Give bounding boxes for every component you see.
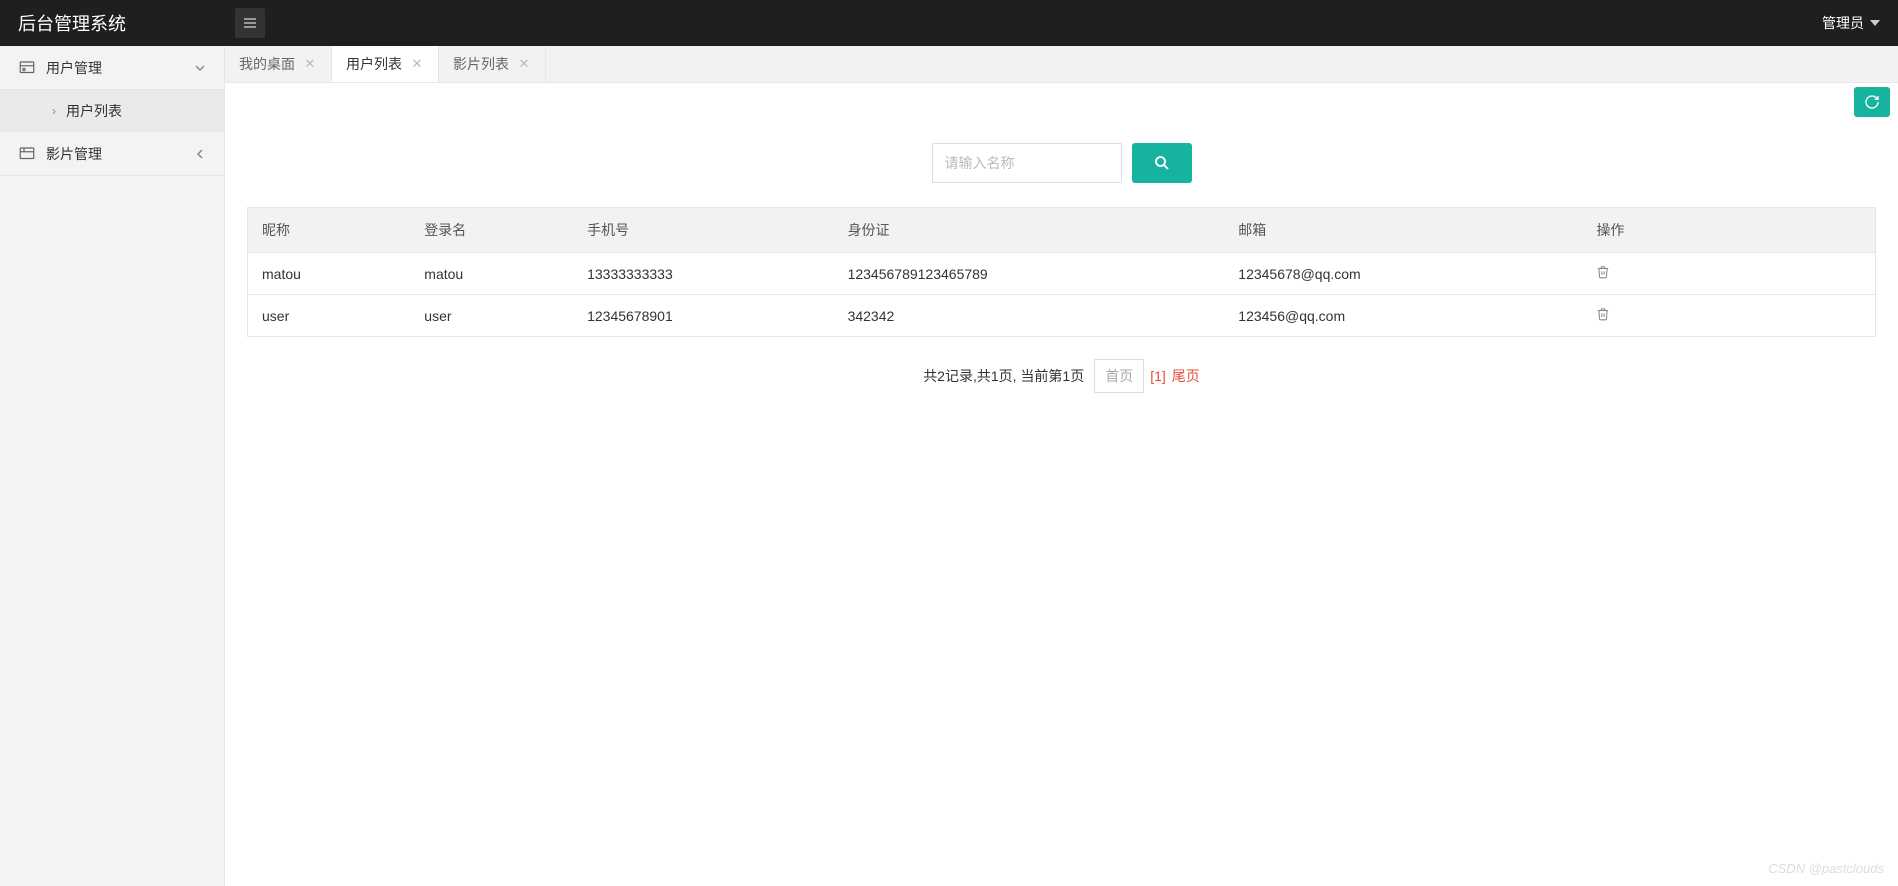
cell-action [1582, 295, 1875, 337]
cell-idcard: 123456789123465789 [834, 253, 1225, 295]
tabs: 我的桌面 ✕ 用户列表 ✕ 影片列表 ✕ [225, 46, 1898, 83]
table-row: matou matou 13333333333 1234567891234657… [248, 253, 1876, 295]
refresh-icon [1864, 94, 1880, 110]
hamburger-icon [242, 15, 258, 31]
tab-close-button[interactable]: ✕ [410, 57, 424, 71]
sidebar-toggle-button[interactable] [235, 8, 265, 38]
tab-label: 影片列表 [453, 54, 509, 74]
col-action: 操作 [1582, 208, 1875, 253]
table-row: user user 12345678901 342342 123456@qq.c… [248, 295, 1876, 337]
chevron-down-icon [194, 62, 206, 74]
sidebar-subitem-label: 用户列表 [66, 101, 122, 121]
search-input[interactable] [932, 143, 1122, 183]
content-pane: 昵称 登录名 手机号 身份证 邮箱 操作 matou matou 1333333 [225, 83, 1898, 886]
tab-close-button[interactable]: ✕ [517, 57, 531, 71]
pagination: 共2记录,共1页, 当前第1页 首页 [1] 尾页 [225, 337, 1898, 415]
cell-phone: 13333333333 [573, 253, 833, 295]
app-title: 后台管理系统 [0, 10, 225, 36]
delete-icon[interactable] [1596, 265, 1610, 279]
user-name: 管理员 [1822, 13, 1864, 33]
tab-user-list[interactable]: 用户列表 ✕ [332, 46, 439, 82]
movie-management-icon [18, 145, 36, 163]
cell-action [1582, 253, 1875, 295]
cell-nickname: matou [248, 253, 411, 295]
pagination-first[interactable]: 首页 [1094, 359, 1144, 393]
cell-idcard: 342342 [834, 295, 1225, 337]
search-icon [1153, 154, 1171, 172]
search-bar [225, 123, 1898, 207]
chevron-left-icon [194, 148, 206, 160]
sidebar-item-label: 影片管理 [46, 144, 194, 164]
cell-login: user [410, 295, 573, 337]
pagination-current: [1] [1150, 368, 1166, 384]
header: 后台管理系统 管理员 [0, 0, 1898, 46]
user-management-icon [18, 59, 36, 77]
col-phone: 手机号 [573, 208, 833, 253]
tab-movie-list[interactable]: 影片列表 ✕ [439, 46, 546, 82]
col-email: 邮箱 [1224, 208, 1582, 253]
chevron-down-icon [1870, 18, 1880, 28]
col-nickname: 昵称 [248, 208, 411, 253]
tab-desktop[interactable]: 我的桌面 ✕ [225, 46, 332, 82]
cell-email: 123456@qq.com [1224, 295, 1582, 337]
main-content: 我的桌面 ✕ 用户列表 ✕ 影片列表 ✕ [225, 46, 1898, 886]
cell-phone: 12345678901 [573, 295, 833, 337]
sidebar-item-label: 用户管理 [46, 58, 194, 78]
cell-email: 12345678@qq.com [1224, 253, 1582, 295]
user-table: 昵称 登录名 手机号 身份证 邮箱 操作 matou matou 1333333 [247, 207, 1876, 337]
col-login: 登录名 [410, 208, 573, 253]
sidebar-subitem-user-list[interactable]: › 用户列表 [0, 90, 224, 132]
pagination-info: 共2记录,共1页, 当前第1页 [923, 366, 1084, 386]
col-idcard: 身份证 [834, 208, 1225, 253]
cell-nickname: user [248, 295, 411, 337]
refresh-button[interactable] [1854, 87, 1890, 117]
search-button[interactable] [1132, 143, 1192, 183]
delete-icon[interactable] [1596, 307, 1610, 321]
cell-login: matou [410, 253, 573, 295]
tab-label: 用户列表 [346, 54, 402, 74]
table-header-row: 昵称 登录名 手机号 身份证 邮箱 操作 [248, 208, 1876, 253]
tab-label: 我的桌面 [239, 54, 295, 74]
sidebar-item-movie-management[interactable]: 影片管理 [0, 132, 224, 176]
caret-right-icon: › [52, 104, 56, 118]
sidebar: 用户管理 › 用户列表 影片管理 [0, 46, 225, 886]
pagination-last[interactable]: 尾页 [1172, 366, 1200, 386]
toolbar [225, 87, 1898, 123]
tab-close-button[interactable]: ✕ [303, 57, 317, 71]
user-menu[interactable]: 管理员 [1822, 13, 1898, 33]
sidebar-item-user-management[interactable]: 用户管理 [0, 46, 224, 90]
